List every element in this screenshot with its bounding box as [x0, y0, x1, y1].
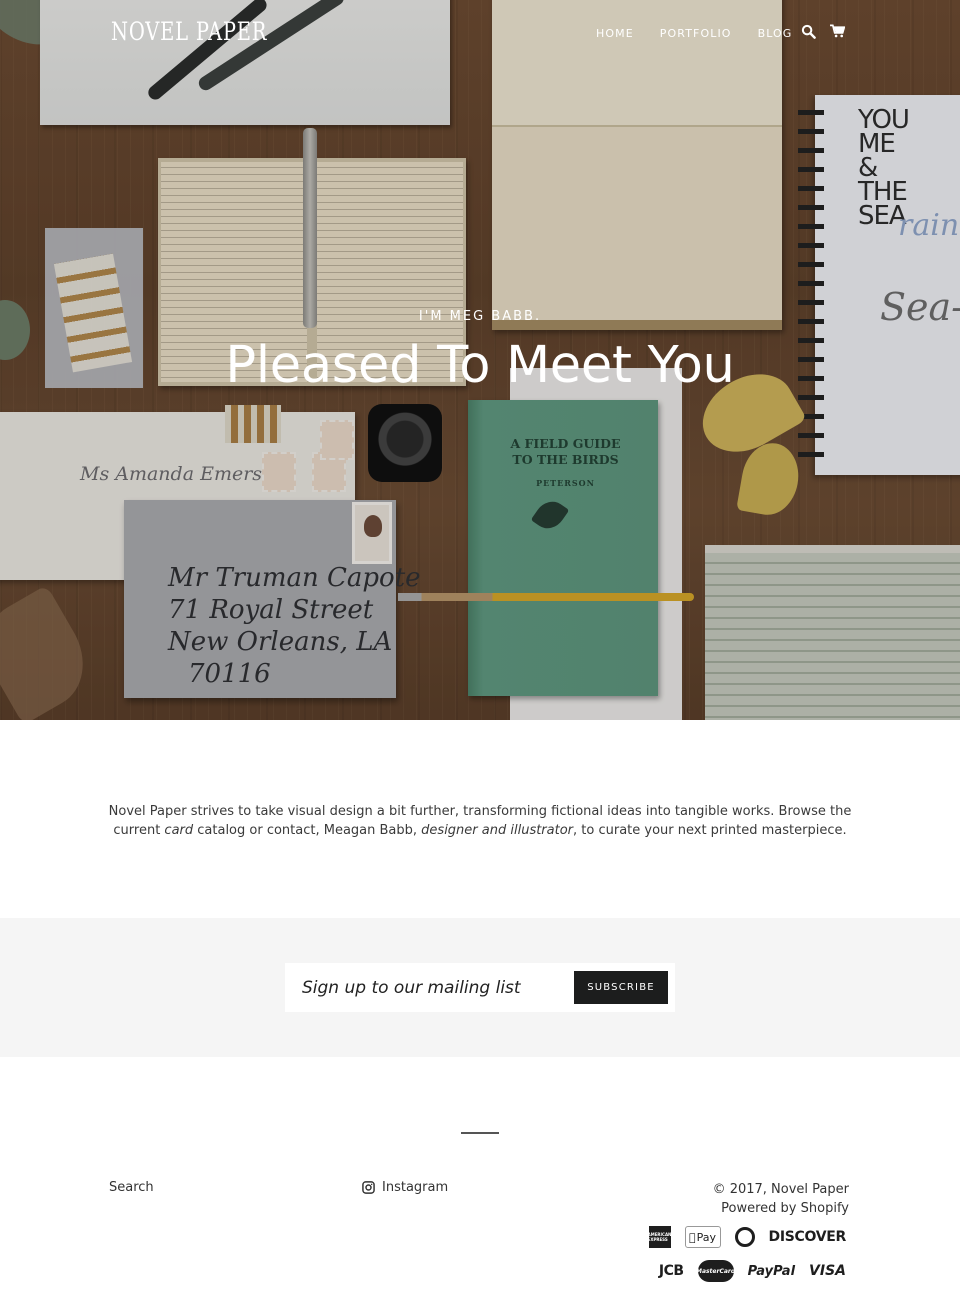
payment-icons-row: AMERICAN EXPRESS Pay DISCOVER [635, 1226, 847, 1248]
powered-by-link[interactable]: Powered by Shopify [721, 1201, 849, 1216]
main-nav: HOME PORTFOLIO BLOG [596, 24, 846, 40]
cart-icon [830, 24, 846, 38]
payment-icons-row: JCB MasterCard PayPal VISA [645, 1260, 846, 1282]
mastercard-icon: MasterCard [696, 1260, 735, 1282]
instagram-label: Instagram [382, 1180, 449, 1195]
powered-by-text: Powered by Shopify [713, 1199, 849, 1218]
intro-emphasis: card [164, 823, 194, 838]
amex-icon: AMERICAN EXPRESS [648, 1226, 671, 1248]
newsletter-email-input[interactable] [285, 963, 570, 1012]
intro-section: Novel Paper strives to take visual desig… [0, 720, 960, 918]
search-icon [801, 24, 816, 39]
site-logo[interactable]: NOVEL PAPER [111, 17, 267, 46]
newsletter-section: SUBSCRIBE [0, 918, 960, 1057]
jcb-icon: JCB [658, 1263, 684, 1279]
diners-club-icon [734, 1227, 755, 1247]
visa-icon: VISA [809, 1263, 846, 1279]
hero-banner: YOU ME & THE SEA rain Sea- Ms Amanda Eme… [0, 0, 960, 720]
paypal-icon: PayPal [747, 1263, 796, 1279]
site-footer: Search Instagram © 2017, Novel Paper Pow… [0, 1057, 960, 1314]
subscribe-button[interactable]: SUBSCRIBE [574, 971, 668, 1004]
apple-pay-label: Pay [693, 1230, 716, 1244]
copyright-link[interactable]: © 2017, Novel Paper [713, 1182, 849, 1197]
search-button[interactable] [801, 24, 817, 40]
hero-title: Pleased To Meet You [225, 336, 735, 395]
footer-copyright: © 2017, Novel Paper Powered by Shopify [713, 1180, 849, 1218]
intro-text-part: catalog or contact, Meagan Babb, [193, 823, 422, 838]
intro-emphasis: designer and illustrator [421, 823, 574, 838]
nav-item-blog[interactable]: BLOG [758, 27, 793, 40]
hero-subtitle: I'M MEG BABB. [418, 309, 542, 324]
footer-instagram-link[interactable]: Instagram [362, 1180, 448, 1195]
footer-search-link[interactable]: Search [109, 1180, 154, 1195]
apple-pay-icon: Pay [684, 1226, 721, 1248]
instagram-icon [362, 1181, 375, 1194]
nav-item-portfolio[interactable]: PORTFOLIO [660, 27, 732, 40]
site-header: NOVEL PAPER HOME PORTFOLIO BLOG [0, 0, 960, 70]
discover-icon: DISCOVER [768, 1229, 847, 1245]
intro-text-part: , to curate your next printed masterpiec… [573, 823, 847, 838]
intro-text: Novel Paper strives to take visual desig… [100, 802, 860, 840]
nav-item-home[interactable]: HOME [596, 27, 634, 40]
copyright-text: © 2017, Novel Paper [713, 1180, 849, 1199]
newsletter-form: SUBSCRIBE [285, 963, 675, 1012]
cart-button[interactable] [830, 24, 846, 40]
footer-divider [461, 1132, 499, 1134]
